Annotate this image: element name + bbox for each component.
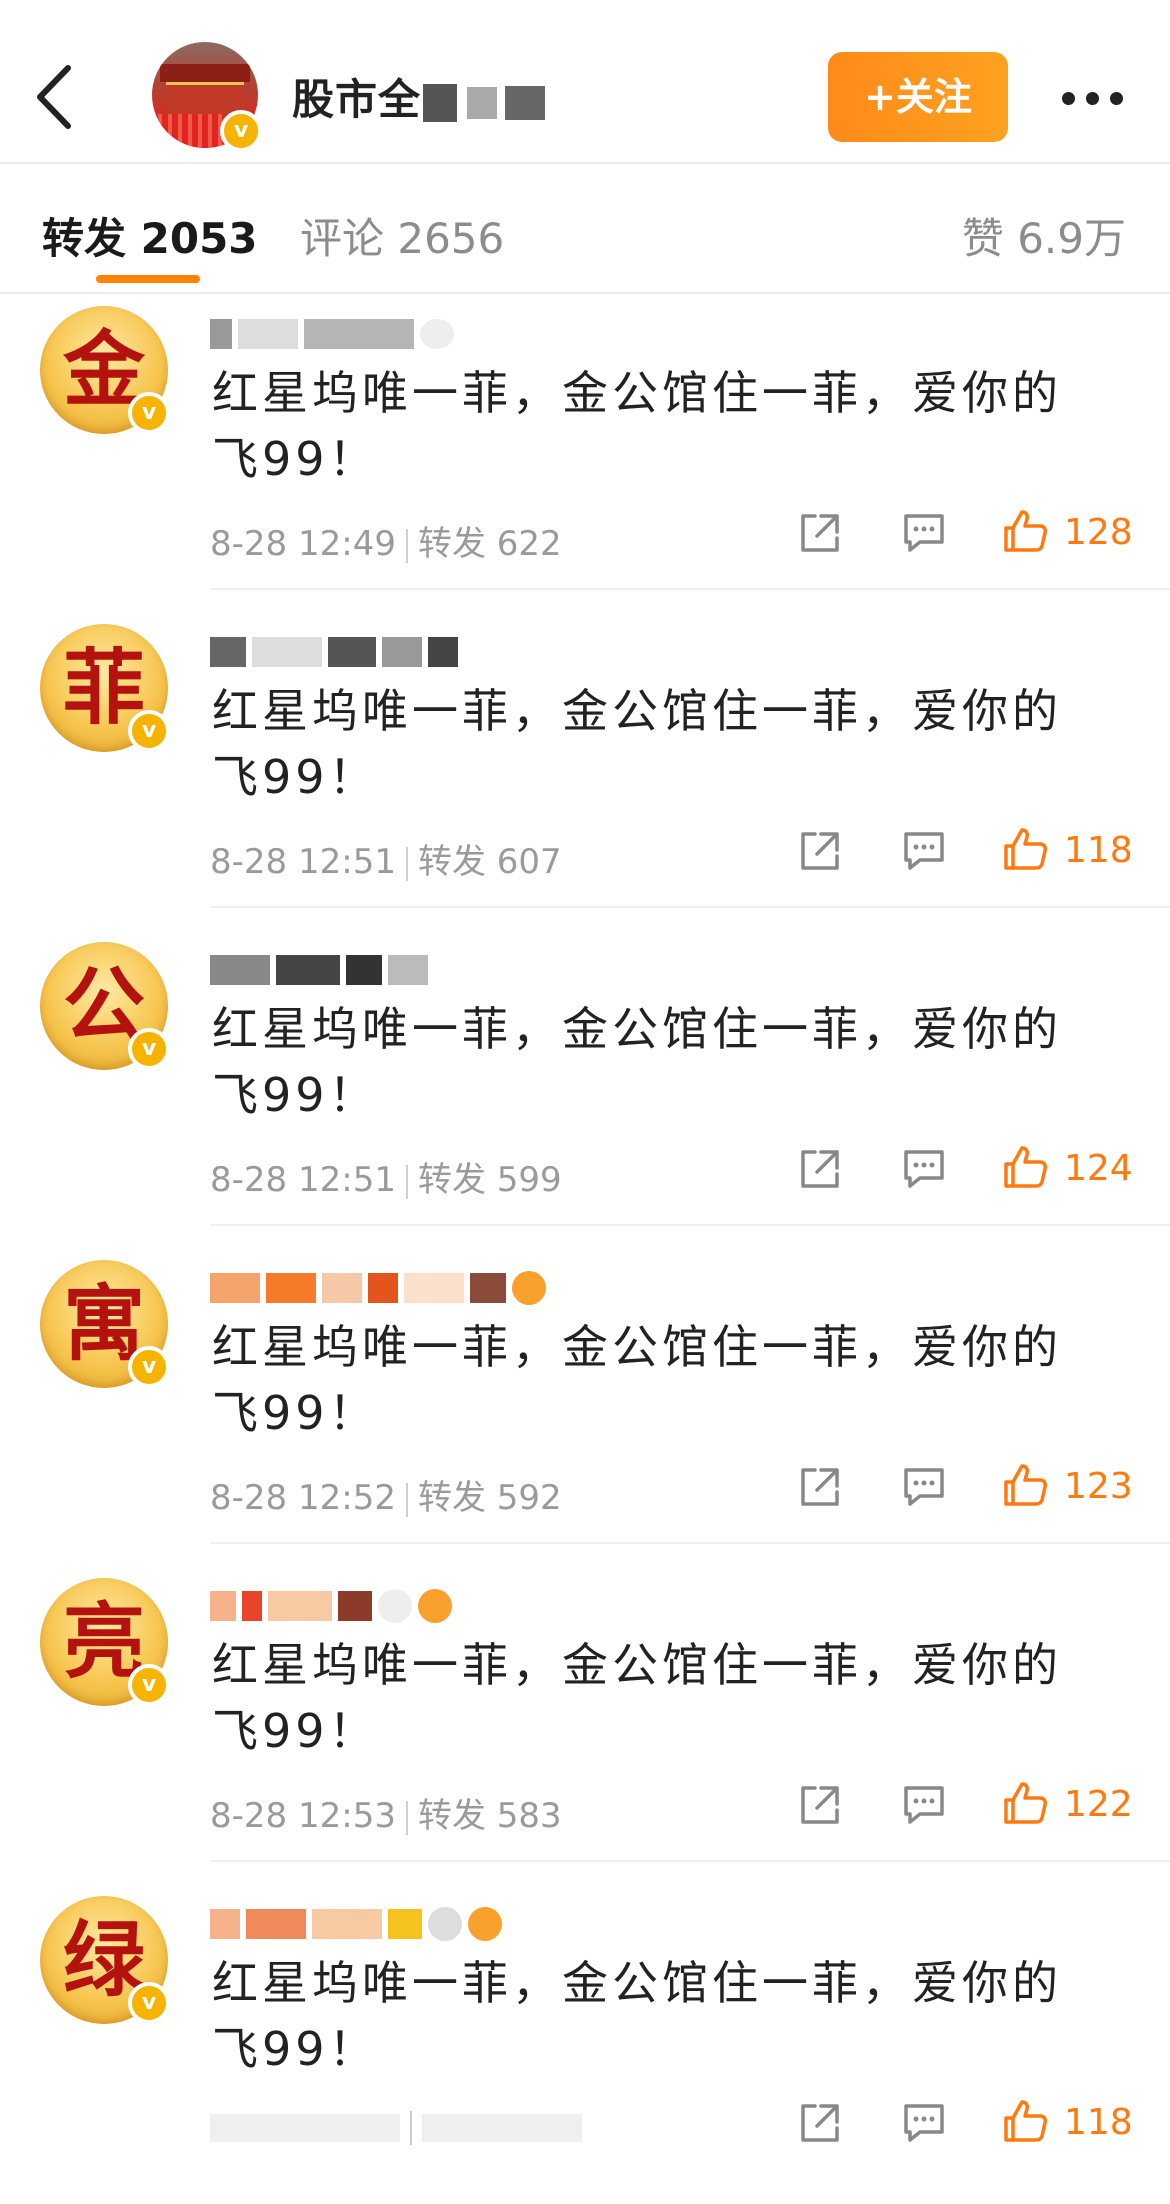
comment-date: 8-28 12:53 (210, 1796, 396, 1836)
comment-item: 公 v 红星坞唯一菲，金公馆住一菲，爱你的飞99！ 8-28 12:51 转发 5… (0, 932, 1170, 1250)
like-thumb-icon[interactable] (1000, 1460, 1050, 1510)
verified-badge-icon: v (128, 1982, 170, 2024)
comment-icon[interactable] (898, 1144, 950, 1194)
comment-forward-count[interactable]: 转发 592 (418, 1478, 562, 1518)
like-thumb-icon[interactable] (1000, 506, 1050, 556)
divider (0, 162, 1170, 164)
row-divider (210, 906, 1170, 908)
row-divider (210, 1542, 1170, 1544)
comment-text: 红星坞唯一菲，金公馆住一菲，爱你的飞99！ (212, 1638, 1062, 1758)
verified-badge-icon: v (220, 110, 262, 152)
comment-meta: 8-28 12:53 转发 583 (210, 1788, 562, 1837)
comment-text: 红星坞唯一菲，金公馆住一菲，爱你的飞99！ (212, 366, 1062, 486)
like-thumb-icon[interactable] (1000, 1142, 1050, 1192)
verified-badge-icon: v (128, 710, 170, 752)
tab-bar: 转发 2053 评论 2656 赞 6.9万 (0, 165, 1170, 285)
comment-date: 8-28 12:52 (210, 1478, 396, 1518)
like-count: 122 (1064, 1784, 1133, 1825)
tab-like[interactable]: 赞 6.9万 (962, 205, 1126, 266)
back-arrow-icon[interactable] (30, 62, 80, 132)
blurred-name (505, 85, 546, 120)
account-name-text: 股市全 (292, 75, 422, 124)
comment-icon[interactable] (898, 508, 950, 558)
comment-icon[interactable] (898, 2098, 950, 2148)
share-icon[interactable] (795, 508, 845, 558)
like-count: 118 (1064, 830, 1133, 871)
like-thumb-icon[interactable] (1000, 1778, 1050, 1828)
blurred-meta (210, 2113, 400, 2142)
comment-text: 红星坞唯一菲，金公馆住一菲，爱你的飞99！ (212, 1320, 1062, 1440)
comment-item: 亮 v 红星坞唯一菲，金公馆住一菲，爱你的飞99！ 8-28 12:53 转发 5… (0, 1568, 1170, 1886)
row-divider (210, 1860, 1170, 1862)
follow-button[interactable]: +关注 (828, 52, 1008, 142)
verified-badge-icon: v (128, 1346, 170, 1388)
comment-icon[interactable] (898, 1780, 950, 1830)
share-icon[interactable] (795, 1780, 845, 1830)
like-count: 124 (1064, 1148, 1133, 1189)
like-thumb-icon[interactable] (1000, 824, 1050, 874)
blurred-name (423, 83, 458, 122)
share-icon[interactable] (795, 1462, 845, 1512)
comment-text: 红星坞唯一菲，金公馆住一菲，爱你的飞99！ (212, 1956, 1062, 2076)
comment-forward-count[interactable]: 转发 599 (418, 1160, 562, 1200)
active-tab-indicator (96, 275, 200, 283)
tab-comment[interactable]: 评论 2656 (300, 205, 504, 266)
commenter-name-blurred[interactable] (210, 1902, 508, 1946)
comment-date: 8-28 12:51 (210, 842, 396, 882)
comment-forward-count[interactable]: 转发 583 (418, 1796, 562, 1836)
like-count: 118 (1064, 2102, 1133, 2143)
comment-forward-count[interactable]: 转发 607 (418, 842, 562, 882)
comment-meta: 8-28 12:49 转发 622 (210, 516, 562, 565)
comment-icon[interactable] (898, 1462, 950, 1512)
verified-badge-icon: v (128, 1664, 170, 1706)
like-count: 123 (1064, 1466, 1133, 1507)
comment-item: 寓 v 红星坞唯一菲，金公馆住一菲，爱你的飞99！ 8-28 12:52 转发 5… (0, 1250, 1170, 1568)
account-name[interactable]: 股市全 (292, 66, 546, 127)
tab-forward[interactable]: 转发 2053 (42, 205, 258, 266)
comment-date: 8-28 12:49 (210, 524, 396, 564)
more-options-icon[interactable] (1058, 78, 1128, 118)
row-divider (210, 588, 1170, 590)
commenter-name-blurred[interactable] (210, 1584, 458, 1628)
comment-forward-count[interactable]: 转发 622 (418, 524, 562, 564)
comment-text: 红星坞唯一菲，金公馆住一菲，爱你的飞99！ (212, 1002, 1062, 1122)
comment-icon[interactable] (898, 826, 950, 876)
comment-item: 金 v 红星坞唯一菲，金公馆住一菲，爱你的飞99！ 8-28 12:49 转发 6… (0, 296, 1170, 614)
comment-meta: 8-28 12:52 转发 592 (210, 1470, 562, 1519)
like-thumb-icon[interactable] (1000, 2096, 1050, 2146)
top-bar: v 股市全 +关注 (0, 0, 1170, 160)
comment-meta (210, 2106, 582, 2146)
comment-text: 红星坞唯一菲，金公馆住一菲，爱你的飞99！ (212, 684, 1062, 804)
blurred-name (467, 86, 498, 119)
comment-item: 菲 v 红星坞唯一菲，金公馆住一菲，爱你的飞99！ 8-28 12:51 转发 6… (0, 614, 1170, 932)
comment-date: 8-28 12:51 (210, 1160, 396, 1200)
divider (0, 292, 1170, 294)
commenter-name-blurred[interactable] (210, 1266, 552, 1310)
commenter-name-blurred[interactable] (210, 312, 460, 356)
row-divider (210, 1224, 1170, 1226)
comment-meta: 8-28 12:51 转发 599 (210, 1152, 562, 1201)
verified-badge-icon: v (128, 1028, 170, 1070)
comment-meta: 8-28 12:51 转发 607 (210, 834, 562, 883)
commenter-name-blurred[interactable] (210, 948, 434, 992)
share-icon[interactable] (795, 826, 845, 876)
verified-badge-icon: v (128, 392, 170, 434)
blurred-meta (422, 2113, 582, 2142)
comment-item: 绿 v 红星坞唯一菲，金公馆住一菲，爱你的飞99！ 118 (0, 1886, 1170, 2204)
share-icon[interactable] (795, 1144, 845, 1194)
commenter-name-blurred[interactable] (210, 630, 464, 674)
like-count: 128 (1064, 512, 1133, 553)
share-icon[interactable] (795, 2098, 845, 2148)
